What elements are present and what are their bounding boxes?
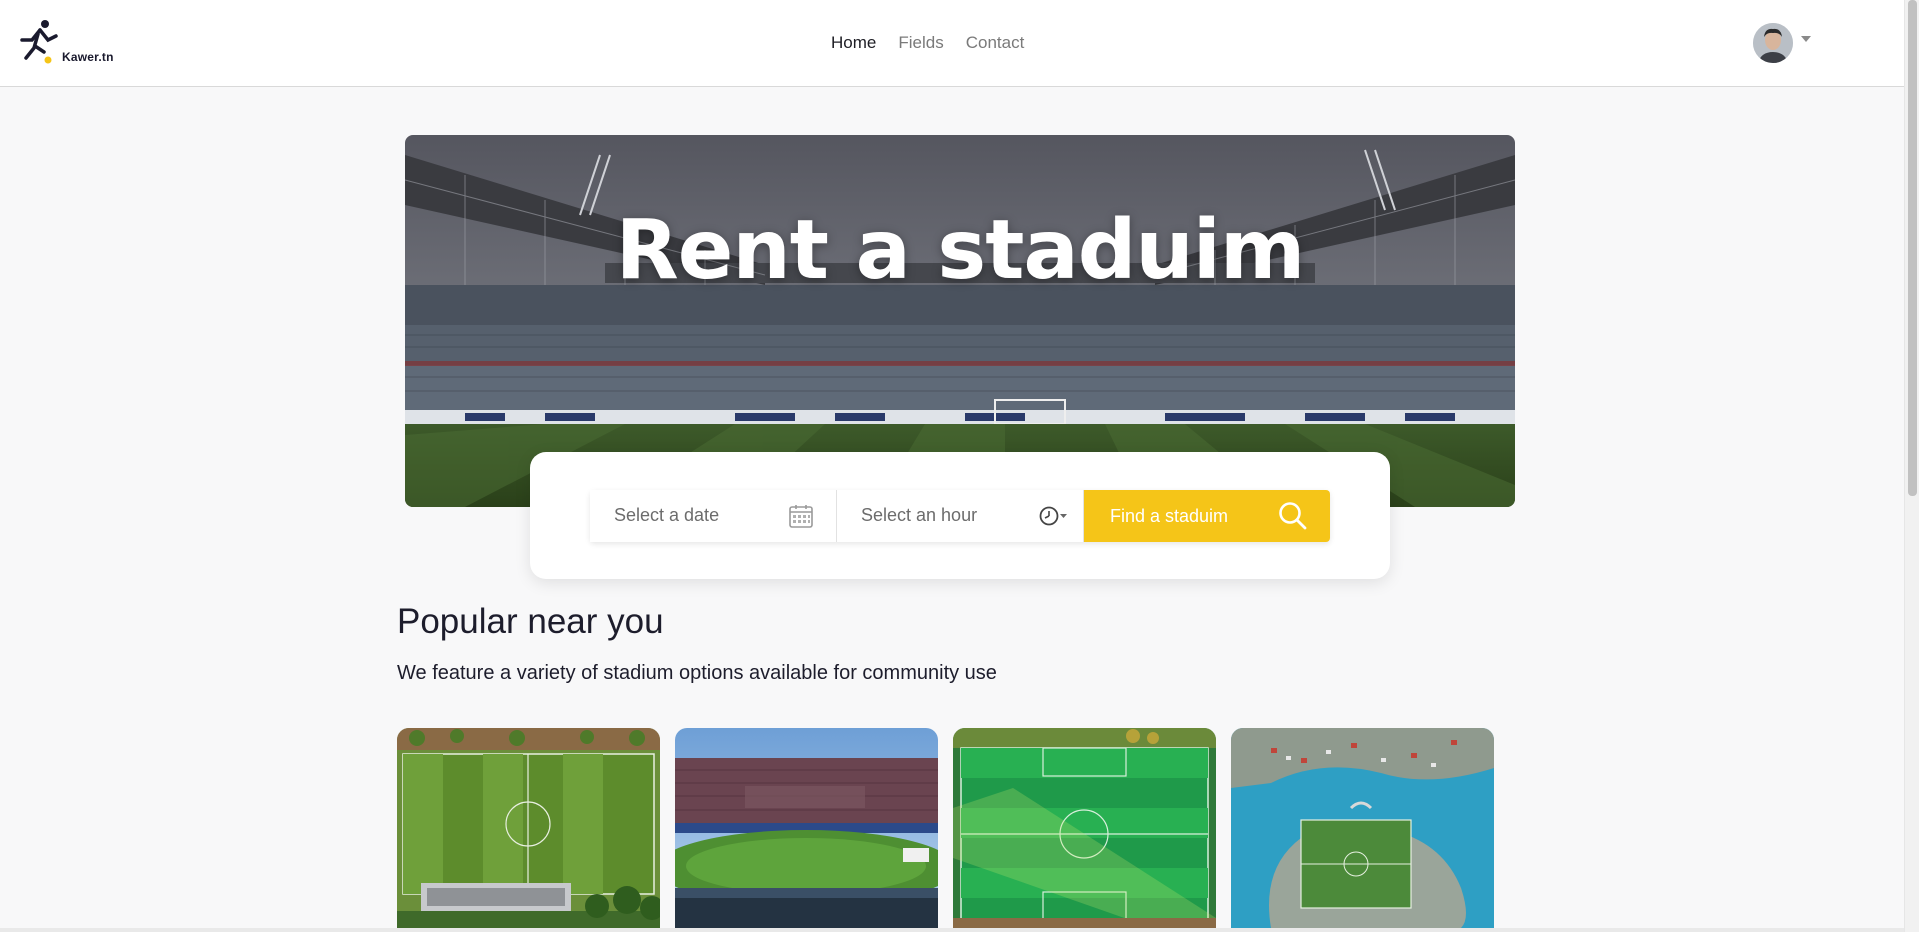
main-nav: Home Fields Contact	[831, 33, 1024, 53]
caret-down-icon[interactable]	[1801, 36, 1811, 42]
brand-name: Kawer.tn	[62, 50, 114, 64]
user-menu[interactable]	[1753, 23, 1811, 63]
stadium-card[interactable]	[675, 728, 938, 928]
coastal-island-pitch	[1231, 728, 1494, 928]
hour-field[interactable]	[837, 490, 1084, 542]
aerial-green-pitch	[953, 728, 1216, 928]
popular-title: Popular near you	[397, 602, 664, 641]
search-form: Find a staduim	[590, 490, 1330, 542]
nav-fields[interactable]: Fields	[898, 33, 943, 53]
horizontal-scrollbar[interactable]	[0, 928, 1904, 932]
hour-input[interactable]	[861, 505, 1031, 526]
user-avatar[interactable]	[1753, 23, 1793, 63]
brand-logo[interactable]: Kawer.tn	[18, 18, 128, 68]
date-field[interactable]	[590, 490, 837, 542]
stadium-cards	[397, 728, 1494, 928]
scrollbar-thumb[interactable]	[1908, 0, 1917, 496]
stadium-stands	[675, 728, 938, 928]
date-input[interactable]	[614, 505, 784, 526]
nav-home[interactable]: Home	[831, 33, 876, 53]
hero-title: Rent a staduim	[615, 203, 1306, 298]
calendar-icon[interactable]	[788, 503, 814, 534]
clock-icon[interactable]	[1039, 506, 1069, 533]
find-stadium-label: Find a staduim	[1110, 506, 1229, 526]
aerial-field-trees	[397, 728, 660, 928]
stadium-card[interactable]	[397, 728, 660, 928]
search-panel: Find a staduim	[530, 452, 1390, 579]
stadium-card[interactable]	[953, 728, 1216, 928]
vertical-scrollbar[interactable]	[1904, 0, 1919, 932]
popular-subtitle: We feature a variety of stadium options …	[397, 662, 997, 684]
find-stadium-button[interactable]: Find a staduim	[1084, 490, 1330, 542]
stadium-card[interactable]	[1231, 728, 1494, 928]
runner-icon	[20, 20, 58, 64]
nav-contact[interactable]: Contact	[966, 33, 1025, 53]
search-icon	[1278, 501, 1308, 536]
top-navbar: Kawer.tn Home Fields Contact	[0, 0, 1904, 87]
